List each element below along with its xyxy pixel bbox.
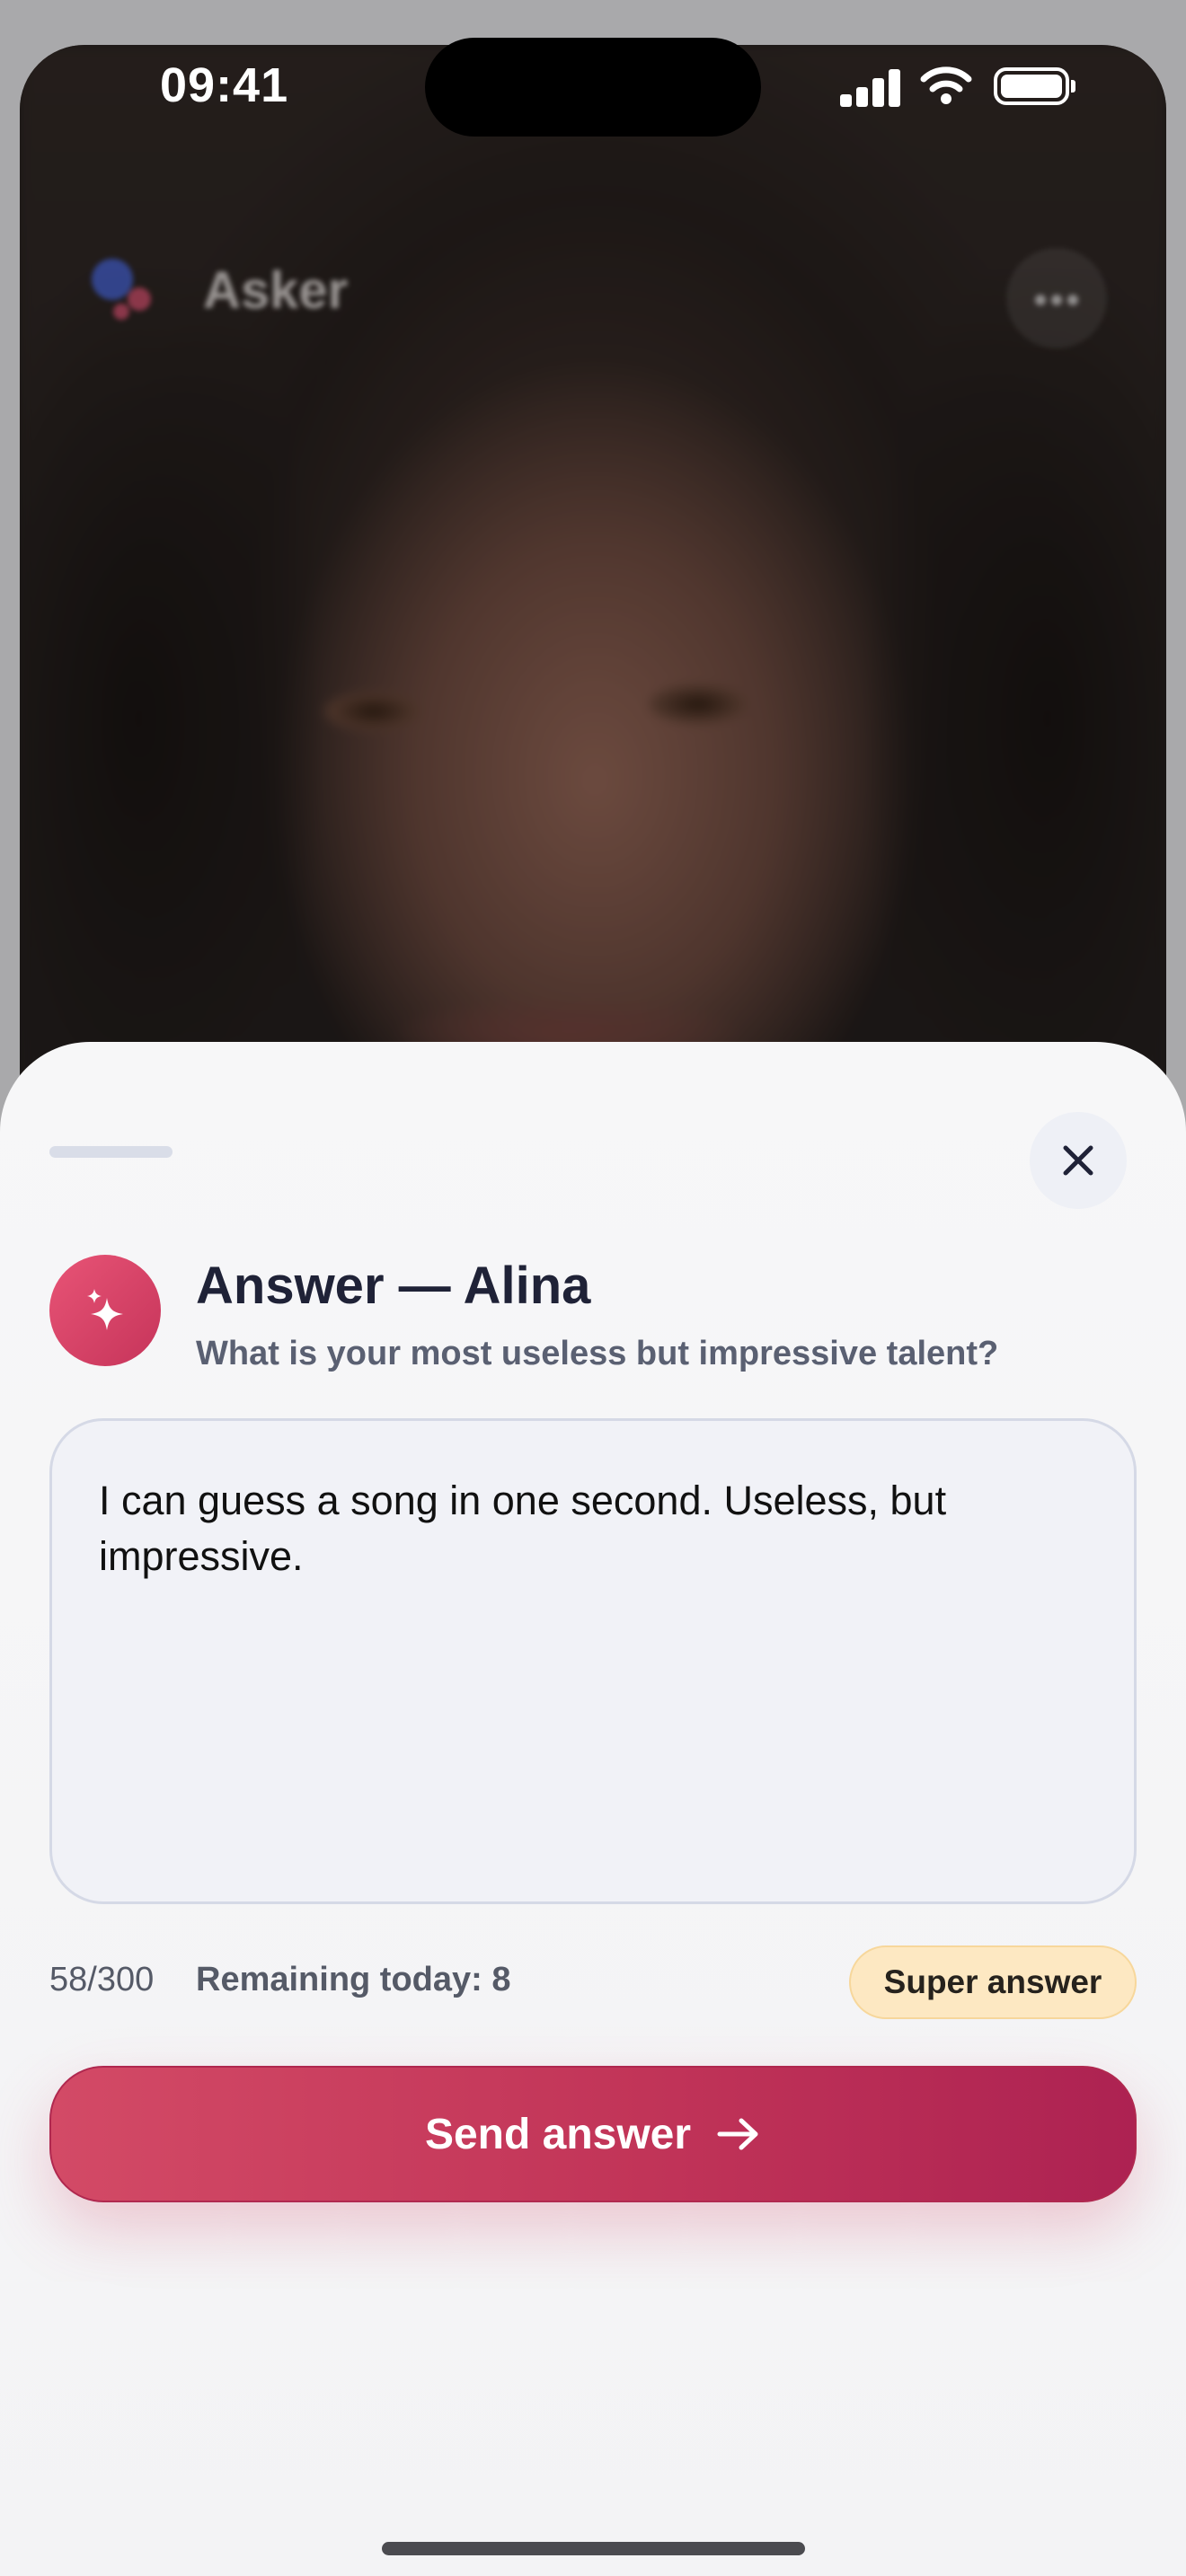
- super-answer-button[interactable]: Super answer: [849, 1945, 1137, 2019]
- remaining-today: Remaining today: 8: [196, 1961, 511, 1998]
- status-bar: 09:41: [0, 0, 1186, 137]
- battery-icon: [994, 67, 1075, 105]
- answer-input[interactable]: I can guess a song in one second. Useles…: [49, 1418, 1137, 1904]
- home-indicator[interactable]: [382, 2542, 805, 2555]
- dynamic-island: [425, 38, 761, 137]
- character-counter: 58/300: [49, 1961, 155, 1998]
- close-icon: [1063, 1145, 1093, 1176]
- app-header: Asker: [0, 234, 1186, 350]
- sparkle-icon: [87, 1289, 123, 1330]
- answer-bottom-sheet: Answer — Alina What is your most useless…: [0, 1042, 1186, 2576]
- sheet-grabber[interactable]: [49, 1146, 173, 1158]
- question-text: What is your most useless but impressive…: [196, 1335, 999, 1372]
- super-answer-label: Super answer: [883, 1963, 1102, 2000]
- arrow-right-icon: [717, 2118, 758, 2150]
- app-logo-icon: [88, 251, 169, 332]
- sheet-title: Answer — Alina: [196, 1257, 591, 1315]
- status-time: 09:41: [160, 58, 289, 112]
- signal-icon: [840, 67, 901, 107]
- close-button[interactable]: [1030, 1112, 1127, 1209]
- answer-avatar: [49, 1255, 161, 1366]
- send-answer-label: Send answer: [424, 2110, 692, 2158]
- more-options-button[interactable]: [1006, 248, 1107, 348]
- wifi-icon: [920, 66, 972, 104]
- send-answer-button[interactable]: Send answer: [49, 2066, 1137, 2202]
- app-brand-name: Asker: [203, 261, 349, 320]
